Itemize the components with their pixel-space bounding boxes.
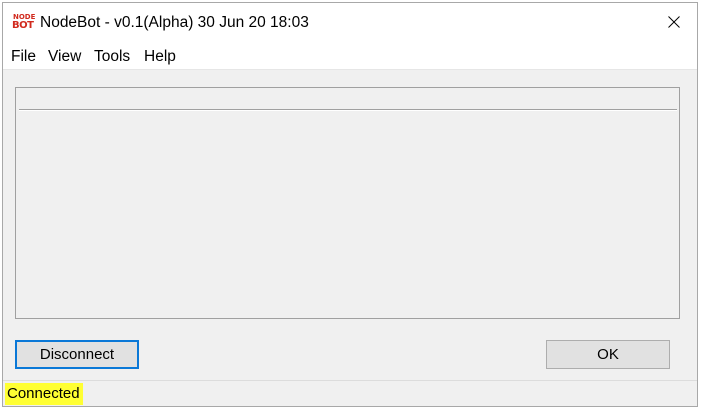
menu-view[interactable]: View	[48, 48, 81, 66]
menu-tools[interactable]: Tools	[94, 48, 130, 66]
list-header-divider	[19, 109, 677, 111]
main-list-view[interactable]	[15, 87, 680, 319]
app-window: NODE BOT NodeBot - v0.1(Alpha) 30 Jun 20…	[2, 2, 698, 407]
status-bar: Connected	[3, 380, 697, 406]
menu-bar: File View Tools Help	[3, 41, 697, 70]
window-title: NodeBot - v0.1(Alpha) 30 Jun 20 18:03	[40, 14, 309, 31]
disconnect-button[interactable]: Disconnect	[15, 340, 139, 369]
nodebot-logo-icon: NODE BOT	[12, 14, 35, 32]
title-bar[interactable]: NODE BOT NodeBot - v0.1(Alpha) 30 Jun 20…	[3, 3, 697, 41]
menu-file[interactable]: File	[11, 48, 36, 66]
ok-button[interactable]: OK	[546, 340, 670, 369]
connection-status-text: Connected	[5, 383, 83, 405]
menu-help[interactable]: Help	[144, 48, 176, 66]
close-icon	[668, 16, 680, 28]
logo-text-bottom: BOT	[12, 20, 34, 31]
close-button[interactable]	[651, 3, 697, 41]
